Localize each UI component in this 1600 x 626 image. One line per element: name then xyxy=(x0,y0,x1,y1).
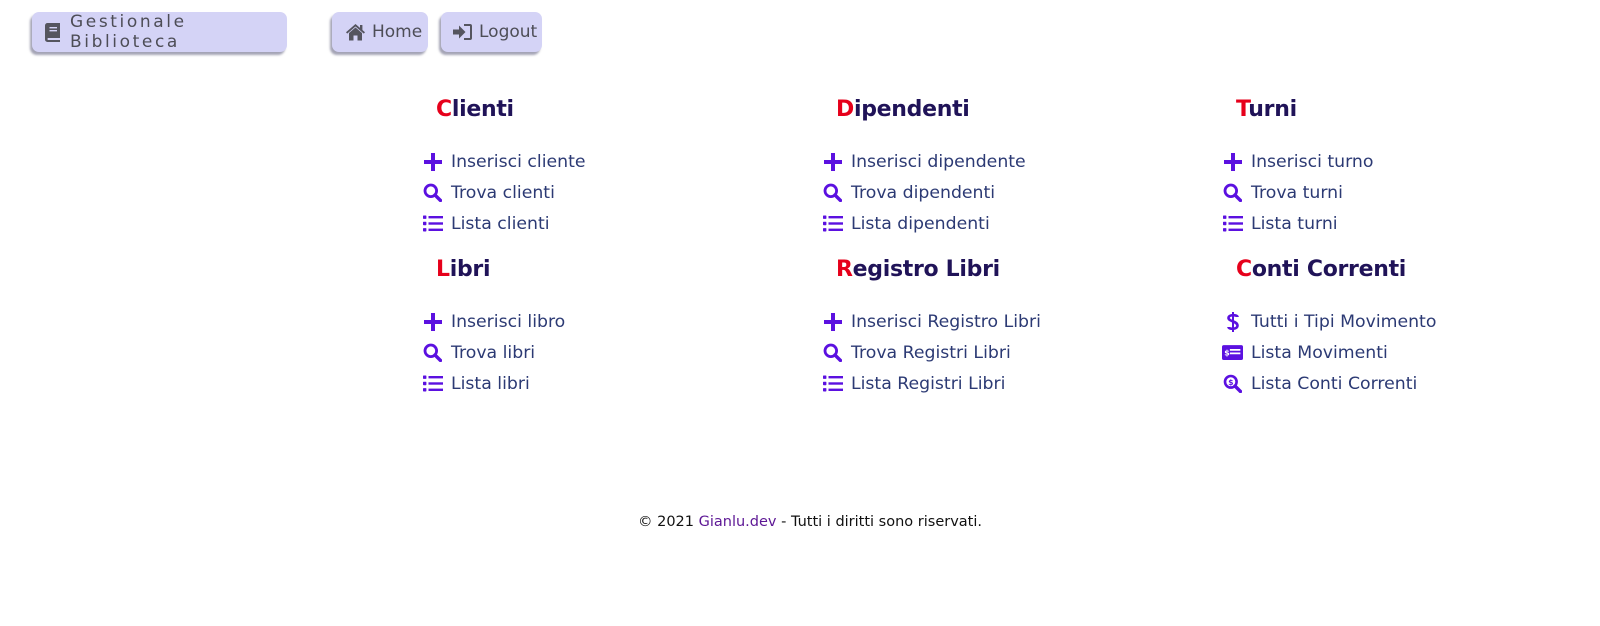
footer-copyright: © 2021 xyxy=(638,514,695,530)
plus-icon xyxy=(1222,152,1243,172)
plus-icon xyxy=(422,312,443,332)
menu-item-trova-turni[interactable]: Trova turni xyxy=(1222,177,1373,208)
footer: © 2021 Gianlu.dev - Tutti i diritti sono… xyxy=(0,514,1600,530)
list-icon xyxy=(422,374,443,394)
plus-icon xyxy=(822,152,843,172)
menu-item-trova-clienti[interactable]: Trova clienti xyxy=(422,177,586,208)
brand-label: Gestionale Biblioteca xyxy=(70,12,187,52)
home-icon xyxy=(345,23,366,41)
section-title-libri: Libri xyxy=(436,257,491,282)
menu-item-inserisci-dipendente[interactable]: Inserisci dipendente xyxy=(822,146,1026,177)
menu-item-lista-registri-libri[interactable]: Lista Registri Libri xyxy=(822,368,1041,399)
footer-rights: - Tutti i diritti sono riservati. xyxy=(781,514,982,530)
plus-icon xyxy=(822,312,843,332)
list-icon xyxy=(822,214,843,234)
list-icon xyxy=(422,214,443,234)
section-title-conti-correnti: Conti Correnti xyxy=(1236,257,1407,282)
section-registro-libri: Registro Libri Inserisci Registro Libri … xyxy=(822,257,1182,397)
search-icon xyxy=(822,183,843,203)
plus-icon xyxy=(422,152,443,172)
search-icon xyxy=(1222,183,1243,203)
search-dollar-icon: $ xyxy=(1222,374,1243,394)
list-icon xyxy=(822,374,843,394)
footer-link-gianlu-dev[interactable]: Gianlu.dev xyxy=(699,514,777,530)
menu-item-lista-libri[interactable]: Lista libri xyxy=(422,368,565,399)
logout-label: Logout xyxy=(479,22,538,42)
section-title-clienti: Clienti xyxy=(436,97,514,122)
svg-text:$: $ xyxy=(1224,349,1229,358)
menu-item-trova-libri[interactable]: Trova libri xyxy=(422,337,565,368)
logout-button[interactable]: Logout xyxy=(441,12,542,52)
menu-item-trova-registri-libri[interactable]: Trova Registri Libri xyxy=(822,337,1041,368)
section-title-registro-libri: Registro Libri xyxy=(836,257,1000,282)
search-icon xyxy=(822,343,843,363)
svg-text:$: $ xyxy=(1228,378,1233,387)
sign-in-icon xyxy=(453,23,473,41)
menu-item-lista-conti-correnti[interactable]: $ Lista Conti Correnti xyxy=(1222,368,1436,399)
search-icon xyxy=(422,183,443,203)
menu-item-trova-dipendenti[interactable]: Trova dipendenti xyxy=(822,177,1026,208)
section-turni: Turni Inserisci turno Trova turni Lista … xyxy=(1222,97,1582,237)
top-navbar: Gestionale Biblioteca Home Logout xyxy=(32,12,592,55)
home-label: Home xyxy=(372,22,423,42)
money-check-icon: $ xyxy=(1222,343,1243,363)
book-icon xyxy=(45,22,61,42)
section-clienti: Clienti Inserisci cliente Trova clienti … xyxy=(422,97,782,237)
menu-item-inserisci-registro-libri[interactable]: Inserisci Registro Libri xyxy=(822,306,1041,337)
section-libri: Libri Inserisci libro Trova libri Lista … xyxy=(422,257,782,397)
section-conti-correnti: Conti Correnti Tutti i Tipi Movimento $ … xyxy=(1222,257,1582,397)
menu-item-tutti-i-tipi-movimento[interactable]: Tutti i Tipi Movimento xyxy=(1222,306,1436,337)
menu-item-lista-dipendenti[interactable]: Lista dipendenti xyxy=(822,208,1026,239)
menu-item-inserisci-turno[interactable]: Inserisci turno xyxy=(1222,146,1373,177)
list-icon xyxy=(1222,214,1243,234)
menu-item-lista-clienti[interactable]: Lista clienti xyxy=(422,208,586,239)
menu-item-inserisci-libro[interactable]: Inserisci libro xyxy=(422,306,565,337)
menu-item-lista-movimenti[interactable]: $ Lista Movimenti xyxy=(1222,337,1436,368)
search-icon xyxy=(422,343,443,363)
home-button[interactable]: Home xyxy=(332,12,428,52)
dollar-icon xyxy=(1222,311,1243,332)
menu-item-inserisci-cliente[interactable]: Inserisci cliente xyxy=(422,146,586,177)
section-dipendenti: Dipendenti Inserisci dipendente Trova di… xyxy=(822,97,1182,237)
menu-item-lista-turni[interactable]: Lista turni xyxy=(1222,208,1373,239)
section-title-dipendenti: Dipendenti xyxy=(836,97,970,122)
brand-button[interactable]: Gestionale Biblioteca xyxy=(32,12,287,52)
section-title-turni: Turni xyxy=(1236,97,1297,122)
